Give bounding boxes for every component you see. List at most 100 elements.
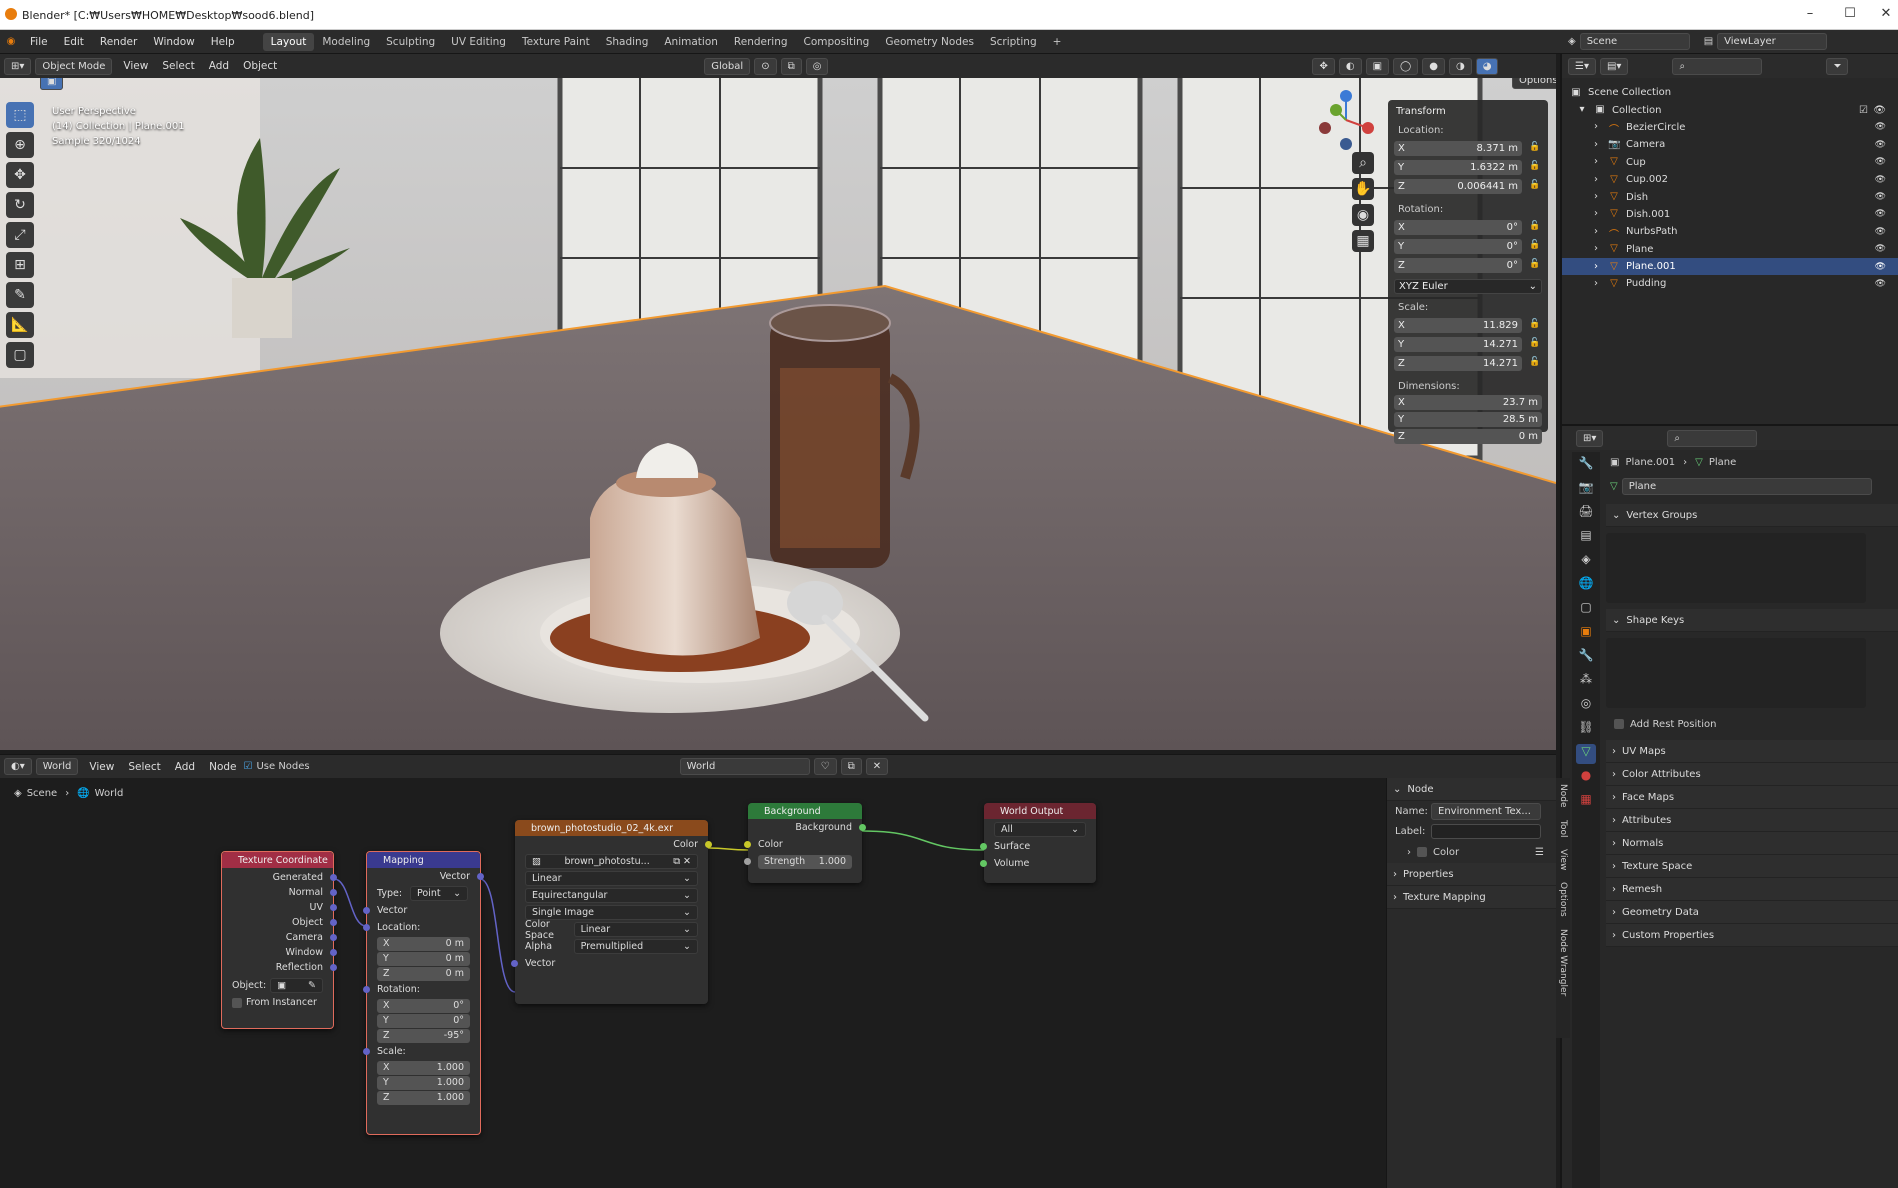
mapping-rot-z-field[interactable]: Z -95° xyxy=(377,1028,470,1043)
eye-icon[interactable]: 👁 xyxy=(1875,140,1886,150)
eye-icon[interactable]: 👁 xyxy=(1875,192,1886,202)
node-label-field[interactable] xyxy=(1431,823,1541,839)
checkbox-icon[interactable] xyxy=(1417,847,1427,857)
view-layer-tab-icon[interactable]: ▤ xyxy=(1576,528,1596,548)
expand-icon[interactable]: › xyxy=(1590,139,1602,151)
mapping-loc-z-field[interactable]: Z 0 m xyxy=(377,966,470,981)
dimension-z-field[interactable]: Z 0 m xyxy=(1394,429,1542,444)
tab-view[interactable]: View xyxy=(1556,843,1570,876)
tab-uv-editing[interactable]: UV Editing xyxy=(443,33,514,51)
tab-modeling[interactable]: Modeling xyxy=(314,33,378,51)
node-header[interactable]: Background xyxy=(748,803,862,819)
scale-icon[interactable]: ⤢ xyxy=(6,222,34,248)
maximize-button[interactable]: ☐ xyxy=(1830,6,1870,24)
object-tab-icon[interactable]: ▣ xyxy=(1576,624,1596,644)
section-remesh[interactable]: › Remesh xyxy=(1606,878,1898,901)
interpolation-dropdown[interactable]: Linear ⌄ xyxy=(525,871,698,886)
lock-icon[interactable]: 🔓 xyxy=(1528,259,1542,273)
shape-keys-list[interactable] xyxy=(1606,638,1866,708)
node-name-field[interactable]: Environment Tex... xyxy=(1431,802,1541,820)
checkbox-icon[interactable]: ☑ xyxy=(1859,105,1868,116)
cursor-icon[interactable]: ⊕ xyxy=(6,132,34,158)
editor-type-icon[interactable]: ☰▾ xyxy=(1568,57,1596,75)
mapping-loc-y-field[interactable]: Y 0 m xyxy=(377,951,470,966)
tab-texture-paint[interactable]: Texture Paint xyxy=(514,33,598,51)
scale-y-field[interactable]: Y 14.271 xyxy=(1394,337,1522,352)
expand-icon[interactable]: › xyxy=(1590,208,1602,220)
lock-icon[interactable]: 🔓 xyxy=(1528,221,1542,235)
input-socket[interactable] xyxy=(744,841,751,848)
location-x-field[interactable]: X 8.371 m xyxy=(1394,141,1522,156)
menu-add[interactable]: Add xyxy=(202,60,236,72)
shader-type-dropdown[interactable]: World xyxy=(35,758,79,775)
shading-material-icon[interactable]: ◑ xyxy=(1448,57,1472,75)
section-custom-properties[interactable]: › Custom Properties xyxy=(1606,924,1898,947)
node-texture-coordinate[interactable]: Texture Coordinate Generated Normal UV Obje… xyxy=(221,851,337,1029)
world-datablock-field[interactable]: World xyxy=(679,758,810,775)
eye-icon[interactable]: 👁 xyxy=(1875,262,1886,272)
lock-icon[interactable]: 🔓 xyxy=(1528,240,1542,254)
checkbox-icon[interactable] xyxy=(232,997,242,1008)
lock-icon[interactable]: 🔓 xyxy=(1528,161,1542,175)
tab-tool[interactable]: Tool xyxy=(1556,814,1570,843)
menu-view[interactable]: View xyxy=(116,60,155,72)
menu-file[interactable]: File xyxy=(22,36,56,48)
editor-type-icon[interactable]: ⊞▾ xyxy=(1576,429,1604,447)
rotate-icon[interactable]: ↻ xyxy=(6,192,34,218)
section-color-attributes[interactable]: › Color Attributes xyxy=(1606,763,1898,786)
alpha-dropdown[interactable]: Premultiplied ⌄ xyxy=(573,939,698,954)
section-uv-maps[interactable]: › UV Maps xyxy=(1606,740,1898,763)
move-icon[interactable]: ✥ xyxy=(6,162,34,188)
lock-icon[interactable]: 🔓 xyxy=(1528,357,1542,371)
expand-icon[interactable]: › xyxy=(1590,243,1602,255)
options-dropdown[interactable]: Options xyxy=(1512,78,1556,89)
input-socket[interactable] xyxy=(363,924,370,931)
menu-render[interactable]: Render xyxy=(92,36,145,48)
rotation-y-field[interactable]: Y 0° xyxy=(1394,239,1522,254)
duplicate-icon[interactable]: ⧉ xyxy=(840,758,862,775)
particles-tab-icon[interactable]: ⁂ xyxy=(1576,672,1596,692)
orientation-dropdown[interactable]: Global xyxy=(704,57,751,75)
outliner-row[interactable]: › 📷 Camera 👁 xyxy=(1562,136,1898,153)
outliner-row[interactable]: › ▽ Plane 👁 xyxy=(1562,241,1898,258)
output-socket[interactable] xyxy=(330,919,337,926)
ortho-toggle-icon[interactable]: ▦ xyxy=(1352,230,1374,252)
viewlayer-field[interactable]: ViewLayer xyxy=(1717,33,1828,50)
expand-icon[interactable]: › xyxy=(1590,278,1602,290)
tab-compositing[interactable]: Compositing xyxy=(796,33,878,51)
eye-icon[interactable]: 👁 xyxy=(1875,227,1886,237)
proportional-icon[interactable]: ◎ xyxy=(805,57,829,75)
modifier-tab-icon[interactable]: 🔧 xyxy=(1576,648,1596,668)
camera-view-icon[interactable]: ◉ xyxy=(1352,204,1374,226)
node-editor[interactable]: ◈ Scene › 🌐 World Texture Coordinate Gen… xyxy=(0,778,1556,1188)
world-tab-icon[interactable]: 🌐 xyxy=(1576,576,1596,596)
section-face-maps[interactable]: › Face Maps xyxy=(1606,786,1898,809)
editor-type-icon[interactable]: ⊞▾ xyxy=(4,57,32,75)
menu-view[interactable]: View xyxy=(82,761,121,773)
pan-icon[interactable]: ✋ xyxy=(1352,178,1374,200)
texture-tab-icon[interactable]: ▦ xyxy=(1576,792,1596,812)
chevron-right-icon[interactable]: › xyxy=(1407,847,1411,858)
expand-icon[interactable]: ▾ xyxy=(1576,104,1588,116)
outliner-row[interactable]: › ⌒ BezierCircle 👁 xyxy=(1562,119,1898,136)
rotation-x-field[interactable]: X 0° xyxy=(1394,220,1522,235)
scene-tab-icon[interactable]: ◈ xyxy=(1576,552,1596,572)
close-button[interactable]: ✕ xyxy=(1866,6,1898,24)
snap-icon[interactable]: ⧉ xyxy=(780,57,802,75)
input-socket[interactable] xyxy=(363,1048,370,1055)
tab-layout[interactable]: Layout xyxy=(262,32,315,51)
section-texture-space[interactable]: › Texture Space xyxy=(1606,855,1898,878)
eye-icon[interactable]: 👁 xyxy=(1875,279,1886,289)
fake-user-icon[interactable]: ♡ xyxy=(813,758,837,775)
eye-icon[interactable]: 👁 xyxy=(1875,157,1886,167)
input-socket[interactable] xyxy=(744,858,751,865)
overlay-toggle-icon[interactable]: ◐ xyxy=(1338,57,1362,75)
color-space-dropdown[interactable]: Linear ⌄ xyxy=(573,922,698,937)
outliner-row[interactable]: › ▽ Dish 👁 xyxy=(1562,188,1898,205)
output-socket[interactable] xyxy=(705,841,712,848)
pivot-icon[interactable]: ⊙ xyxy=(754,57,777,75)
outliner-row[interactable]: › ▽ Pudding 👁 xyxy=(1562,275,1898,292)
shading-rendered-icon[interactable]: ◕ xyxy=(1475,57,1499,75)
output-tab-icon[interactable]: 🖨 xyxy=(1576,504,1596,524)
select-box-icon[interactable]: ⬚ xyxy=(6,102,34,128)
